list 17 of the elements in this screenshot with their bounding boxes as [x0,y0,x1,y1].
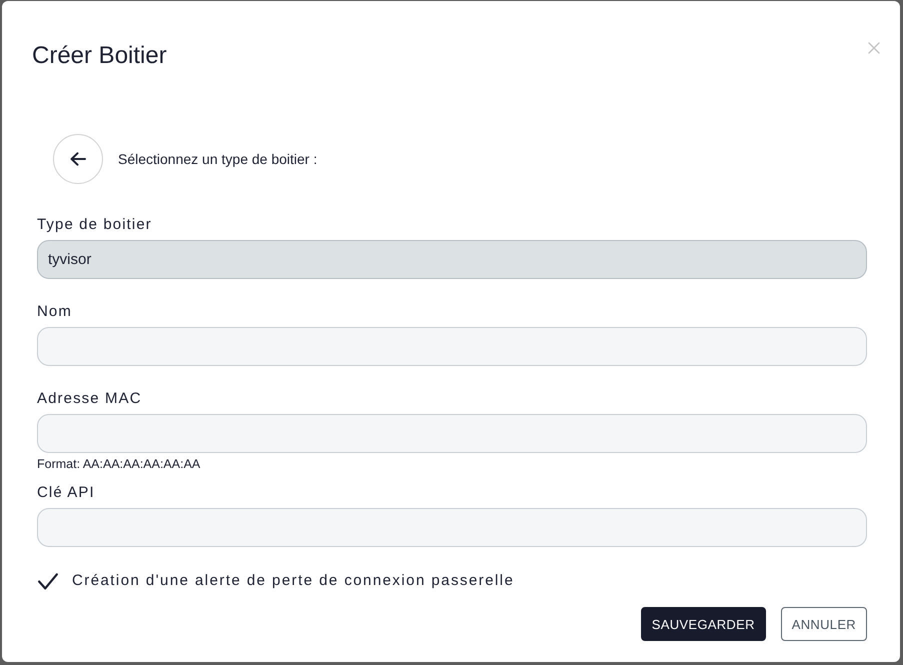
field-label: Type de boitier [37,216,152,234]
field-label: Adresse MAC [37,390,142,408]
checkbox-label: Création d'une alerte de perte de connexion passerelle [72,572,514,590]
input-field[interactable] [37,414,867,453]
save-button[interactable]: SAUVEGARDER [640,607,766,641]
back-button[interactable] [53,134,103,184]
field-label: Clé API [37,484,95,502]
input-field[interactable] [37,508,867,547]
close-icon[interactable] [868,42,880,54]
input-field[interactable] [37,327,867,366]
checkmark-icon[interactable] [38,572,58,590]
left-arrow-icon [70,152,86,166]
field-label: Nom [37,303,72,321]
hint-text: Format: AA:AA:AA:AA:AA:AA [37,457,200,472]
cancel-button[interactable]: ANNULER [780,607,867,641]
prompt-text: Sélectionnez un type de boitier : [118,150,318,168]
dialog-title: Créer Boitier [32,41,167,71]
